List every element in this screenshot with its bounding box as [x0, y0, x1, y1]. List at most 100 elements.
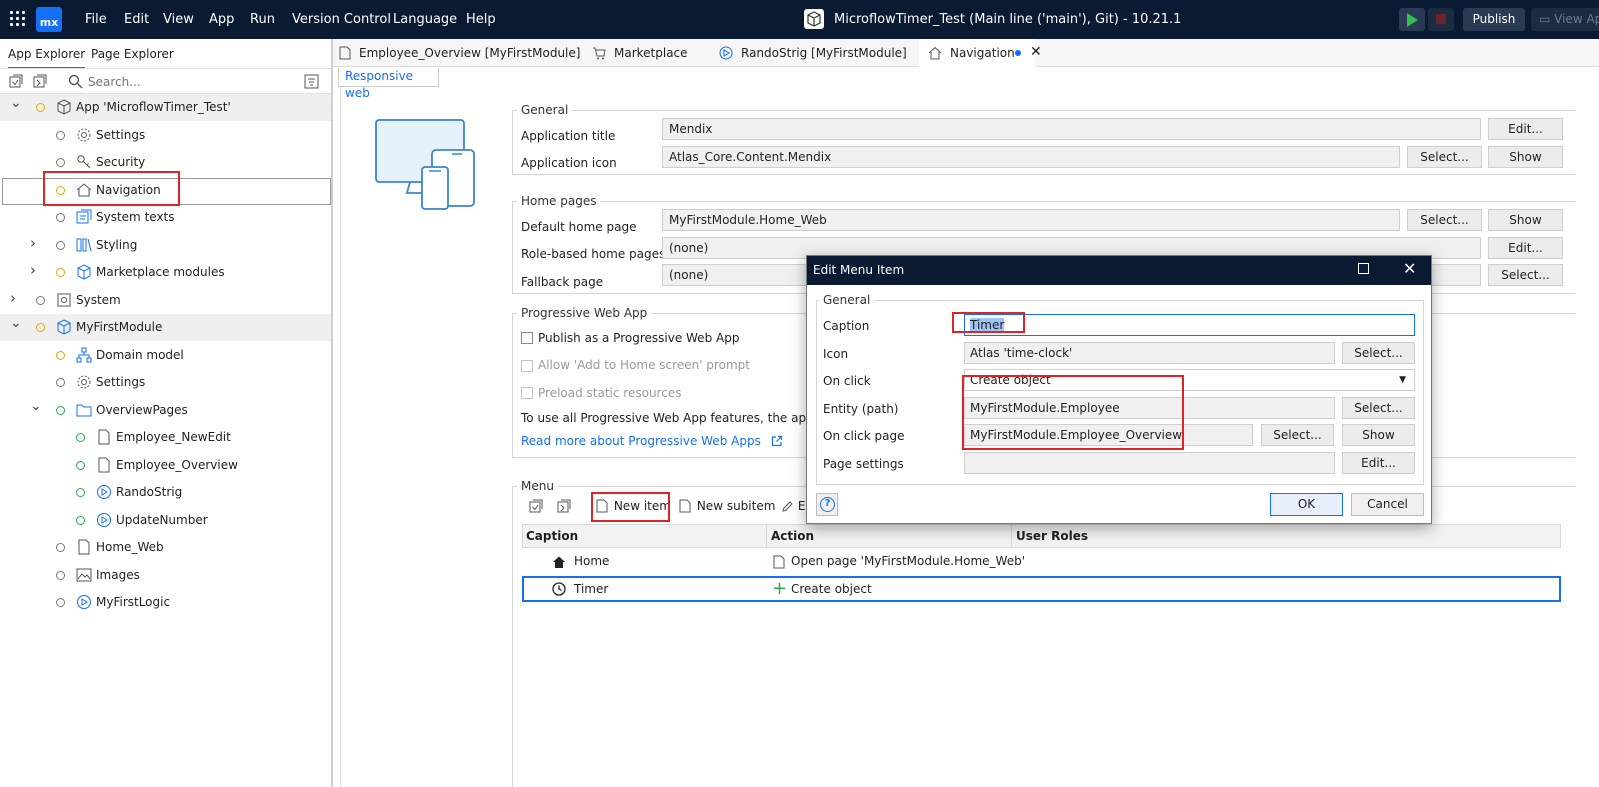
tree-item[interactable]: › Styling [0, 232, 331, 259]
menu-file[interactable]: File [85, 12, 107, 27]
tab-employee-overview[interactable]: Employee_Overview [MyFirstModule] [339, 39, 580, 67]
caption-input[interactable]: Timer [964, 314, 1415, 336]
menu-run[interactable]: Run [250, 12, 275, 27]
tree-item[interactable]: Images [0, 562, 331, 589]
app-icon-select-button[interactable]: Select... [1407, 146, 1482, 168]
fallback-select-button[interactable]: Select... [1488, 264, 1563, 286]
cube-icon [57, 99, 71, 115]
tree-item-label: Styling [96, 237, 138, 252]
tab-marketplace[interactable]: Marketplace [592, 39, 688, 67]
menu-edit[interactable]: Edit [124, 12, 149, 27]
highlight-onclick-group [962, 375, 1184, 450]
onclick-page-show-button[interactable]: Show [1342, 424, 1415, 446]
app-icon-show-button[interactable]: Show [1488, 146, 1563, 168]
tree-item-label: OverviewPages [96, 402, 188, 417]
gear-icon [77, 128, 91, 141]
tree-item[interactable]: Employee_NewEdit [0, 424, 331, 451]
menu-version-control[interactable]: Version Control [292, 12, 391, 27]
icon-select-button[interactable]: Select... [1342, 342, 1415, 364]
allow-home-screen-checkbox[interactable] [521, 360, 533, 372]
role-home-edit-button[interactable]: Edit... [1488, 237, 1563, 259]
domain-model-icon [76, 347, 92, 362]
menu-view[interactable]: View [163, 12, 194, 27]
stop-button[interactable] [1428, 8, 1454, 31]
tree-item[interactable]: Home_Web [0, 534, 331, 561]
publish-pwa-checkbox[interactable] [521, 332, 533, 344]
collapse-menu-icon[interactable] [529, 499, 544, 514]
menu-language[interactable]: Language [393, 12, 457, 27]
expand-all-icon[interactable] [33, 74, 48, 89]
chevron-down-icon[interactable]: ⌄ [30, 398, 42, 414]
chevron-right-icon[interactable]: › [30, 234, 36, 252]
status-dot [76, 460, 85, 470]
tree-item[interactable]: ⌄ App 'MicroflowTimer_Test' [0, 94, 331, 121]
app-icon-field[interactable]: Atlas_Core.Content.Mendix [662, 146, 1400, 168]
tree-item[interactable]: RandoStrig [0, 479, 331, 506]
tree-item-label: Settings [96, 127, 146, 142]
chevron-down-icon[interactable]: ⌄ [10, 315, 22, 331]
preload-checkbox[interactable] [521, 387, 533, 399]
cancel-button[interactable]: Cancel [1351, 493, 1424, 516]
page-icon [339, 46, 351, 60]
help-icon: ? [820, 497, 835, 512]
run-button[interactable] [1399, 8, 1425, 31]
general-title: General [517, 103, 573, 117]
close-tab-icon[interactable]: ✕ [1030, 44, 1042, 60]
tab-navigation[interactable]: Navigation ✕ [919, 39, 1042, 67]
close-dialog-icon[interactable]: ✕ [1403, 259, 1416, 278]
page-settings-edit-button[interactable]: Edit... [1342, 452, 1415, 474]
pwa-read-more-link[interactable]: Read more about Progressive Web Apps [521, 434, 783, 448]
tab-app-explorer[interactable]: App Explorer [8, 47, 86, 69]
tree-item[interactable]: › System [0, 287, 331, 314]
chevron-down-icon[interactable]: ⌄ [10, 95, 22, 111]
status-dot [56, 240, 65, 250]
tree-item[interactable]: Domain model [0, 342, 331, 369]
tree-item[interactable]: MyFirstLogic [0, 589, 331, 616]
chevron-right-icon[interactable]: › [30, 261, 36, 279]
tree-item[interactable]: ⌄ MyFirstModule [0, 314, 331, 341]
tab-randostrig[interactable]: RandoStrig [MyFirstModule] [719, 39, 907, 67]
microflow-icon [97, 485, 111, 499]
chevron-right-icon[interactable]: › [10, 289, 16, 307]
document-tabs: Employee_Overview [MyFirstModule] Market… [333, 39, 1599, 67]
tree-item[interactable]: Settings [0, 369, 331, 396]
page-settings-field[interactable] [964, 452, 1335, 474]
menu-app[interactable]: App [209, 12, 234, 27]
collapse-all-icon[interactable] [9, 74, 24, 89]
app-grid-icon[interactable] [10, 11, 26, 27]
tree-item[interactable]: System texts [0, 204, 331, 231]
publish-button[interactable]: Publish [1463, 8, 1525, 31]
default-home-show-button[interactable]: Show [1488, 209, 1563, 231]
ok-button[interactable]: OK [1270, 493, 1343, 516]
status-dot [36, 103, 45, 112]
search-input[interactable] [88, 72, 288, 91]
icon-field[interactable]: Atlas 'time-clock' [964, 342, 1335, 364]
tab-label: Marketplace [614, 46, 688, 60]
menu-help[interactable]: Help [466, 12, 496, 27]
col-divider [1011, 524, 1012, 548]
expand-menu-icon[interactable] [557, 499, 572, 514]
tab-page-explorer[interactable]: Page Explorer [91, 47, 174, 61]
onclick-page-select-button[interactable]: Select... [1261, 424, 1334, 446]
tab-responsive-web[interactable]: Responsive web [338, 68, 439, 100]
app-title-edit-button[interactable]: Edit... [1488, 118, 1563, 140]
filter-icon[interactable] [304, 74, 319, 89]
tree-item[interactable]: ⌄ OverviewPages [0, 397, 331, 424]
microflow-icon [97, 512, 111, 527]
tree-item[interactable]: › Marketplace modules [0, 259, 331, 286]
view-app-button[interactable]: ▭ View Ap [1531, 8, 1599, 31]
default-home-field[interactable]: MyFirstModule.Home_Web [662, 209, 1400, 231]
maximize-icon[interactable] [1358, 263, 1369, 274]
app-title-field[interactable]: Mendix [662, 118, 1481, 140]
tree-item[interactable]: Settings [0, 122, 331, 149]
menu-row-home[interactable]: Home Open page 'MyFirstModule.Home_Web' [522, 549, 1561, 575]
default-home-select-button[interactable]: Select... [1407, 209, 1482, 231]
new-subitem-button[interactable]: New subitem [679, 499, 775, 513]
help-button[interactable]: ? [816, 493, 838, 516]
menu-row-timer[interactable]: Timer + Create object [522, 576, 1561, 602]
tree-item[interactable]: Employee_Overview [0, 452, 331, 479]
status-dot [76, 515, 85, 525]
tree-item[interactable]: UpdateNumber [0, 507, 331, 534]
entity-select-button[interactable]: Select... [1342, 397, 1415, 419]
edit-item-button[interactable]: E [781, 499, 805, 513]
